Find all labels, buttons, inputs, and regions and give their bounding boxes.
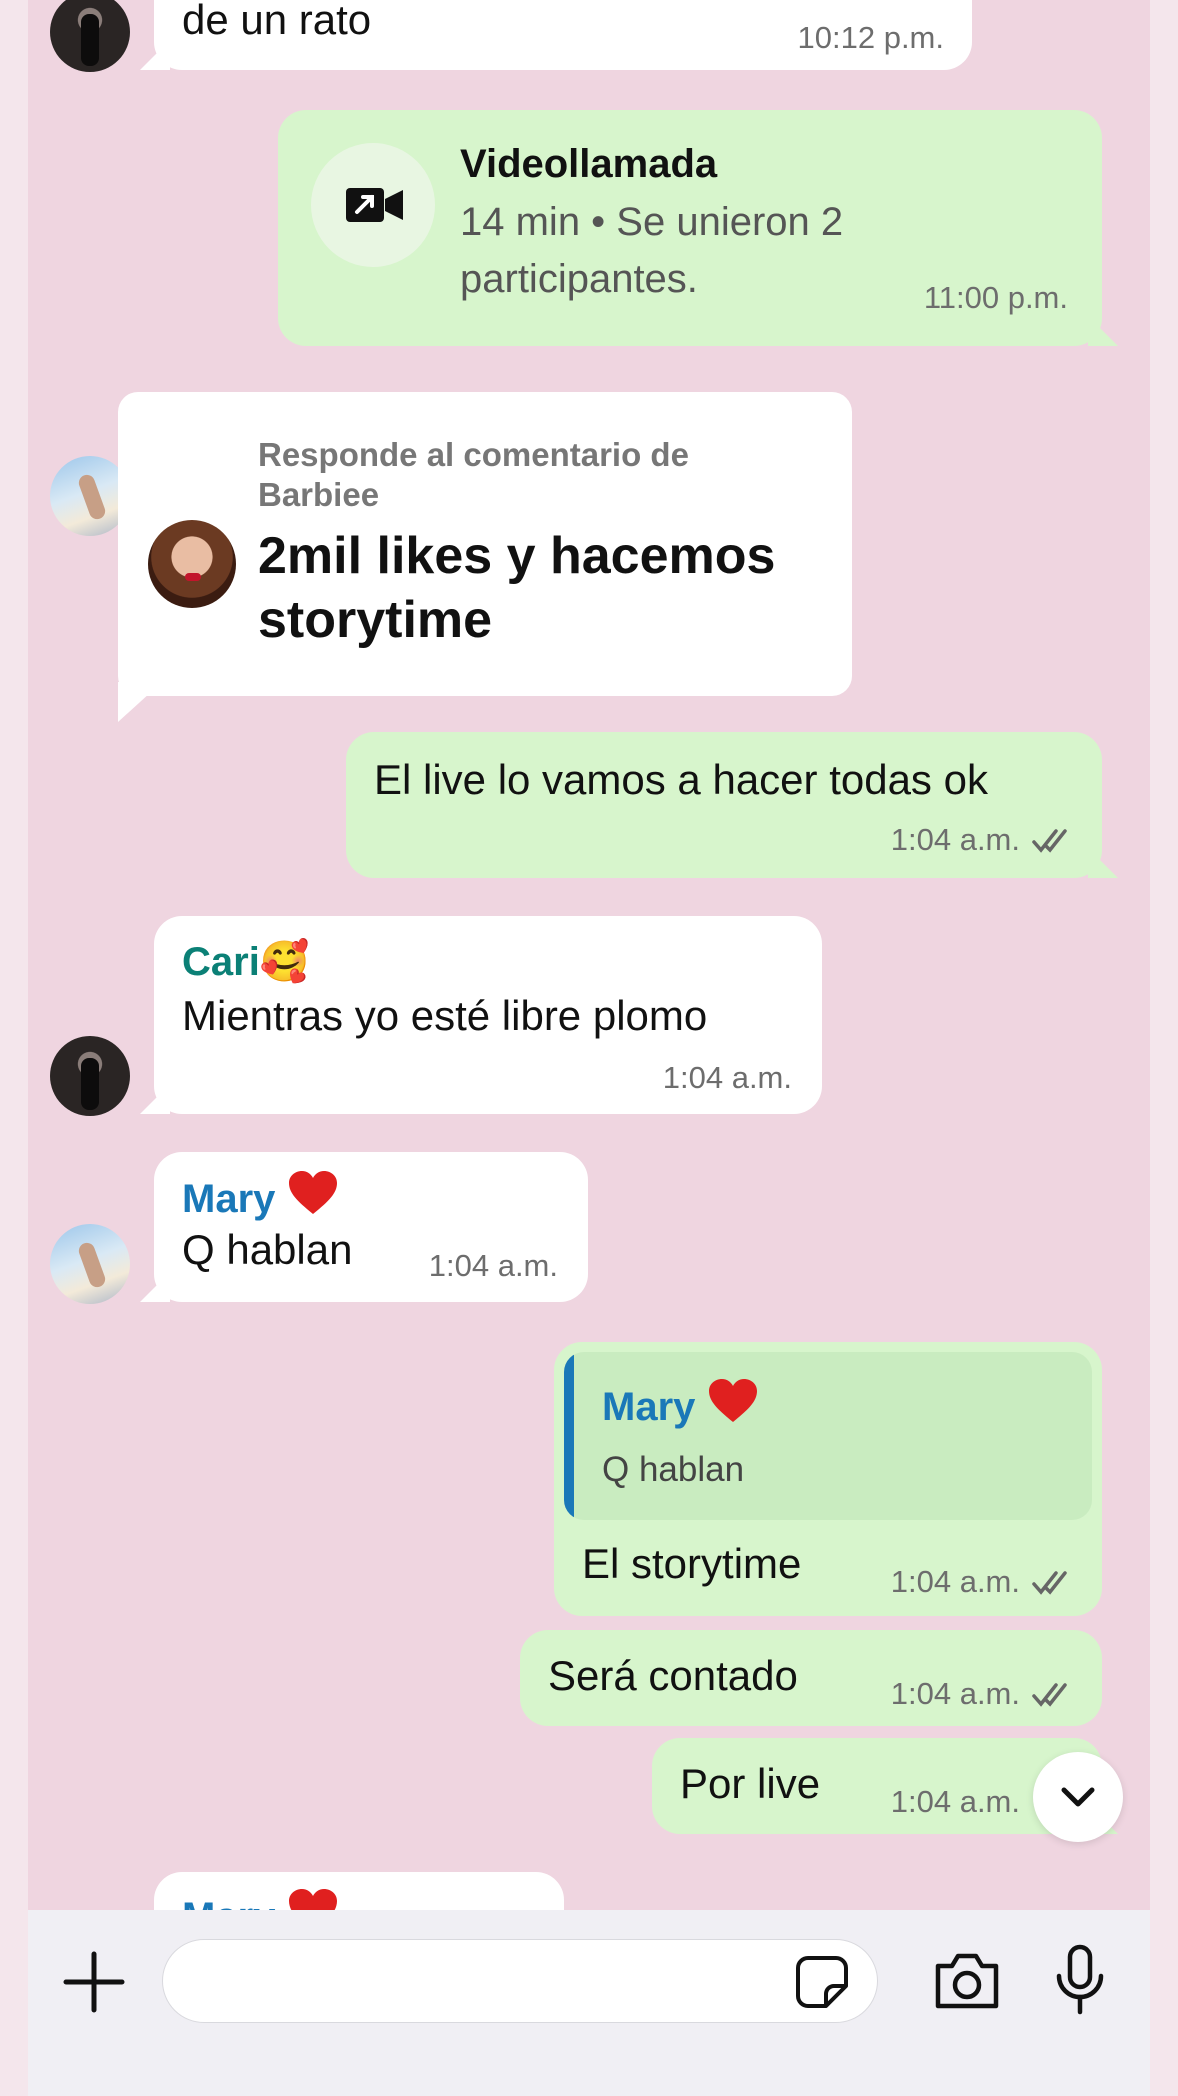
double-check-icon	[1032, 829, 1067, 853]
camera-button[interactable]	[932, 1950, 1002, 2012]
sender-name-text: Mary	[182, 1177, 276, 1221]
quote-sender-text: Mary	[602, 1385, 696, 1429]
microphone-icon	[1056, 1944, 1104, 2015]
message-bubble[interactable]: El live lo vamos a hacer todas ok 1:04 a…	[346, 732, 1102, 878]
message-text: de un rato	[182, 0, 372, 43]
message-time: 1:04 a.m.	[890, 1676, 1020, 1711]
comment-reply-bubble[interactable]: Responde al comentario de Barbiee 2mil l…	[118, 392, 852, 722]
double-check-icon	[1032, 1683, 1067, 1707]
quoted-message[interactable]: Mary Q hablan	[564, 1352, 1092, 1520]
quote-text: Q hablan	[602, 1450, 745, 1489]
double-check-icon	[1032, 1571, 1067, 1595]
message-text: El live lo vamos a hacer todas ok	[374, 756, 988, 803]
message-input[interactable]	[162, 1939, 878, 2023]
avatar[interactable]	[50, 1224, 130, 1304]
message-text: Mientras yo esté libre plomo	[182, 992, 708, 1039]
message-bubble[interactable]: de un rato 10:12 p.m.	[154, 0, 972, 70]
message-bubble[interactable]: Mary Q hablan El storytime 1:04 a.m.	[554, 1342, 1102, 1616]
chevron-down-icon	[1061, 1787, 1095, 1807]
call-details-2: participantes.	[460, 257, 698, 301]
message-time: 1:04 a.m.	[428, 1248, 558, 1283]
quote-sender: Mary	[602, 1378, 759, 1430]
message-time: 11:00 p.m.	[923, 280, 1068, 315]
add-attachment-button[interactable]	[62, 1950, 126, 2014]
message-text: Será contado	[548, 1652, 798, 1699]
sender-name[interactable]: Mary	[182, 1170, 339, 1222]
reply-label-2: Barbiee	[258, 476, 380, 513]
comment-text: 2mil likes y hacemos	[258, 527, 776, 585]
sticker-button[interactable]	[794, 1954, 850, 2010]
heart-icon	[708, 1379, 757, 1422]
message-text: Por live	[680, 1760, 821, 1807]
video-call-bubble[interactable]: Videollamada 14 min • Se unieron 2 parti…	[278, 110, 1102, 346]
call-details: 14 min • Se unieron 2	[460, 200, 844, 244]
heart-icon	[288, 1171, 337, 1214]
message-time: 1:04 a.m.	[662, 1060, 792, 1095]
commenter-avatar[interactable]	[148, 520, 236, 608]
commenter-lips	[185, 573, 201, 581]
quote-bar	[564, 1352, 574, 1520]
camera-icon	[935, 1953, 999, 2009]
message-text: Q hablan	[182, 1226, 353, 1273]
sender-name[interactable]: Cari🥰	[182, 938, 310, 985]
message-time: 1:04 a.m.	[890, 1564, 1020, 1599]
avatar[interactable]	[50, 1036, 130, 1116]
comment-text-2: storytime	[258, 591, 493, 649]
message-time: 1:04 a.m.	[890, 822, 1020, 857]
reply-label: Responde al comentario de	[258, 436, 689, 473]
video-call-icon-circle	[311, 143, 435, 267]
sticker-icon	[796, 1956, 848, 2008]
video-call-icon	[346, 188, 403, 222]
call-title: Videollamada	[460, 142, 718, 186]
plus-icon	[63, 1951, 125, 2013]
scroll-to-bottom-button[interactable]	[1033, 1752, 1123, 1842]
message-time: 1:04 a.m.	[890, 1784, 1020, 1819]
message-bubble[interactable]: Cari🥰 Mientras yo esté libre plomo 1:04 …	[154, 916, 822, 1114]
message-bubble[interactable]: Será contado 1:04 a.m.	[520, 1630, 1102, 1726]
message-text: El storytime	[582, 1540, 802, 1587]
voice-message-button[interactable]	[1054, 1944, 1106, 2016]
message-bubble[interactable]: Mary Q hablan 1:04 a.m.	[154, 1152, 588, 1302]
message-time: 10:12 p.m.	[797, 20, 944, 55]
